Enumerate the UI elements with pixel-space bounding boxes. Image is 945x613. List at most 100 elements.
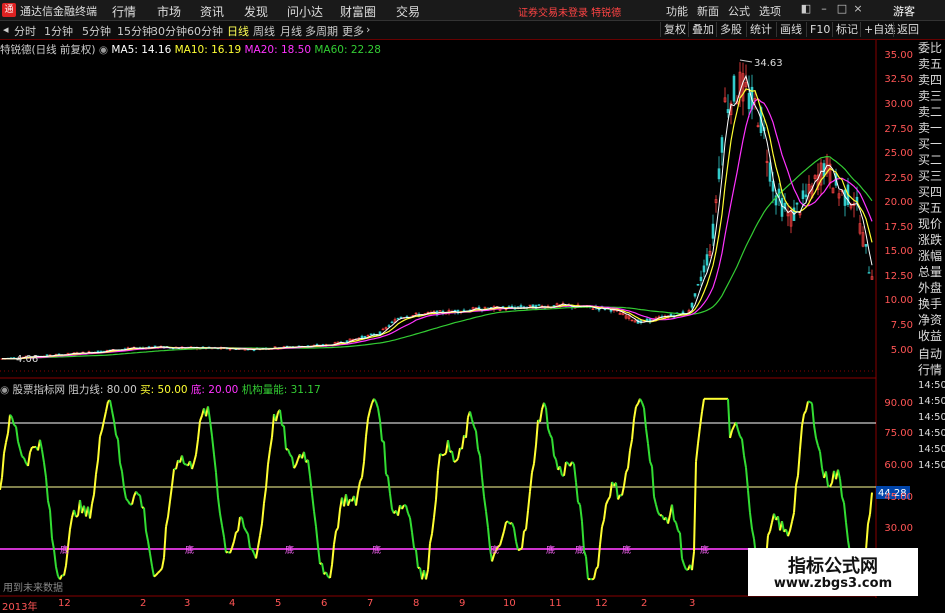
watermark-title: 指标公式网 (748, 552, 918, 578)
menu-market-quotes[interactable]: 行情 (112, 3, 136, 20)
candle-body (805, 195, 807, 197)
menu-new-layout[interactable]: 新面 (697, 3, 719, 19)
maximize-icon[interactable]: □ (836, 3, 848, 15)
menu-discover[interactable]: 发现 (244, 3, 268, 20)
oscillator-segment (12, 417, 14, 424)
period-tab-multi[interactable]: 多周期 (305, 23, 338, 39)
oscillator-segment (444, 453, 446, 455)
oscillator-segment (472, 420, 474, 427)
oscillator-segment (288, 449, 290, 454)
period-tab-60min[interactable]: 60分钟 (187, 23, 223, 39)
period-tab-5min[interactable]: 5分钟 (82, 23, 111, 39)
oscillator-segment (698, 427, 700, 444)
oscillator-segment (530, 472, 532, 491)
oscillator-segment (702, 399, 704, 412)
toolbar-left-arrow-icon[interactable]: ◂ (3, 23, 9, 36)
oscillator-segment (526, 511, 528, 530)
x-label: 4 (229, 598, 235, 609)
overlay-button[interactable]: 叠加 (688, 22, 717, 37)
oscillator-segment (248, 534, 250, 548)
oscillator-segment (16, 426, 18, 441)
oscillator-segment (124, 488, 126, 499)
oscillator-segment (682, 558, 684, 564)
oscillator-segment (200, 416, 202, 421)
oscillator-segment (98, 437, 100, 460)
menu-options[interactable]: 选项 (759, 3, 781, 19)
oscillator-segment (160, 568, 162, 571)
oscillator-segment (412, 532, 414, 548)
oscillator-segment (214, 455, 216, 473)
oscillator-segment (550, 434, 552, 438)
oscillator-segment (402, 505, 404, 509)
close-icon[interactable]: × (852, 3, 864, 15)
oscillator-segment (262, 503, 264, 523)
menu-function[interactable]: 功能 (666, 3, 688, 19)
period-tab-daily[interactable]: 日线 (227, 23, 249, 39)
oscillator-segment (656, 505, 658, 513)
multi-stock-button[interactable]: 多股 (716, 22, 745, 37)
oscillator-segment (164, 527, 166, 558)
x-label: 12 (58, 598, 71, 609)
bottom-signal-marker: 底 (490, 544, 499, 556)
back-button[interactable]: 返回 (893, 22, 922, 37)
candle-body (733, 76, 735, 101)
f10-button[interactable]: F10 (806, 22, 833, 37)
oscillator-segment (434, 499, 436, 517)
oscillator-segment (170, 486, 172, 501)
period-tab-30min[interactable]: 30分钟 (151, 23, 187, 39)
panel-label: 收益 (918, 328, 945, 344)
oscillator-segment (806, 402, 808, 411)
watermark: 指标公式网 www.zbgs3.com (748, 548, 918, 596)
menu-wealth[interactable]: 财富圈 (340, 3, 376, 20)
panel-time: 14:50 (918, 426, 945, 442)
skin-icon[interactable]: ◧ (800, 3, 812, 15)
panel-quote[interactable]: 行情 (918, 362, 945, 378)
oscillator-segment (166, 517, 168, 527)
oscillator-segment (672, 505, 674, 521)
chart-canvas[interactable]: 底底底底底底底底底 34.63 4.06 用到未来数据 44.28 (0, 40, 918, 598)
period-tab-timeshare[interactable]: 分时 (14, 23, 36, 39)
more-chevron-icon[interactable]: › (366, 23, 370, 36)
oscillator-segment (462, 435, 464, 449)
oscillator-segment (804, 411, 806, 414)
bottom-signal-marker: 底 (60, 544, 69, 556)
guest-user[interactable]: 游客 (893, 3, 915, 19)
oscillator-segment (64, 565, 66, 575)
adjust-button[interactable]: 复权 (660, 22, 689, 37)
minimize-icon[interactable]: – (818, 3, 830, 15)
menu-market[interactable]: 市场 (157, 3, 181, 20)
oscillator-segment (140, 495, 142, 507)
statistics-button[interactable]: 统计 (746, 22, 775, 37)
x-label: 3 (689, 598, 695, 609)
panel-auto[interactable]: 自动 (918, 346, 945, 362)
menu-news[interactable]: 资讯 (200, 3, 224, 20)
oscillator-segment (50, 510, 52, 539)
menu-ask[interactable]: 问小达 (287, 3, 323, 20)
oscillator-segment (676, 523, 678, 531)
oscillator-segment (366, 419, 368, 437)
oscillator-segment (128, 501, 130, 504)
oscillator-segment (154, 575, 156, 577)
period-tab-more[interactable]: 更多 (342, 23, 364, 39)
oscillator-segment (512, 523, 514, 528)
period-tab-15min[interactable]: 15分钟 (117, 23, 153, 39)
menu-formula[interactable]: 公式 (728, 3, 750, 19)
mark-button[interactable]: 标记 (832, 22, 861, 37)
candle-body (781, 198, 783, 216)
panel-time: 14:50 (918, 410, 945, 426)
panel-label: 委比 (918, 40, 945, 56)
oscillator-segment (658, 512, 660, 515)
panel-label: 涨幅 (918, 248, 945, 264)
bottom-signal-marker: 底 (622, 544, 631, 556)
period-tab-weekly[interactable]: 周线 (253, 23, 275, 39)
oscillator-segment (522, 531, 524, 548)
draw-line-button[interactable]: 画线 (776, 22, 805, 37)
x-label: 5 (275, 598, 281, 609)
period-tab-monthly[interactable]: 月线 (280, 23, 302, 39)
period-tab-1min[interactable]: 1分钟 (44, 23, 73, 39)
panel-label: 总量 (918, 264, 945, 280)
oscillator-segment (574, 464, 576, 482)
oscillator-segment (632, 419, 634, 440)
menu-trade[interactable]: 交易 (396, 3, 420, 20)
oscillator-segment (104, 411, 106, 420)
